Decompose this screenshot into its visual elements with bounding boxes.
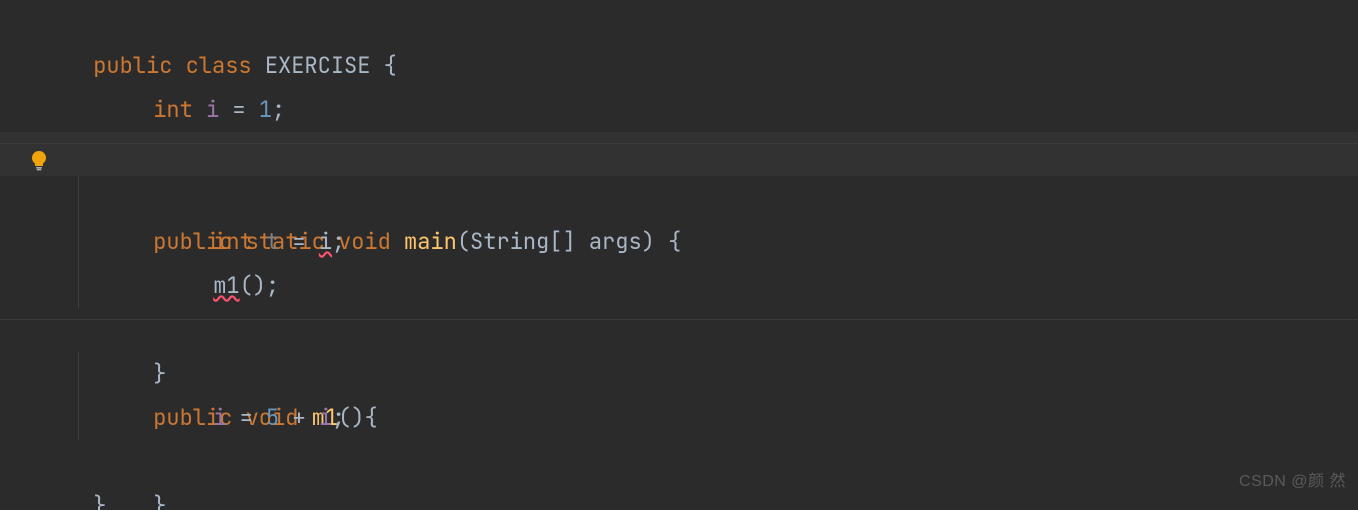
code-line[interactable]: int t = i;: [0, 176, 1358, 220]
gutter: [0, 0, 62, 510]
code-line[interactable]: int i = 1;: [0, 44, 1358, 88]
method-separator: [0, 143, 1358, 144]
code-area[interactable]: public class EXERCISE { int i = 1; publi…: [0, 0, 1358, 510]
code-line[interactable]: public class EXERCISE {: [0, 0, 1358, 44]
brace-close: }: [93, 491, 106, 510]
intention-bulb-icon[interactable]: [28, 142, 50, 164]
code-line[interactable]: }: [0, 264, 1358, 308]
code-line[interactable]: public void m1(){: [0, 308, 1358, 352]
code-line[interactable]: i = 5 + i;: [0, 352, 1358, 396]
code-line-active[interactable]: public static void main(String[] args) {: [0, 132, 1358, 176]
code-line[interactable]: }: [0, 440, 1358, 484]
brace-close: }: [153, 491, 166, 510]
code-line[interactable]: }: [0, 396, 1358, 440]
watermark: CSDN @颜 然: [1239, 460, 1346, 504]
code-editor[interactable]: public class EXERCISE { int i = 1; publi…: [0, 0, 1358, 510]
code-line[interactable]: m1();: [0, 220, 1358, 264]
code-line-blank[interactable]: [0, 88, 1358, 132]
method-separator: [0, 319, 1358, 320]
